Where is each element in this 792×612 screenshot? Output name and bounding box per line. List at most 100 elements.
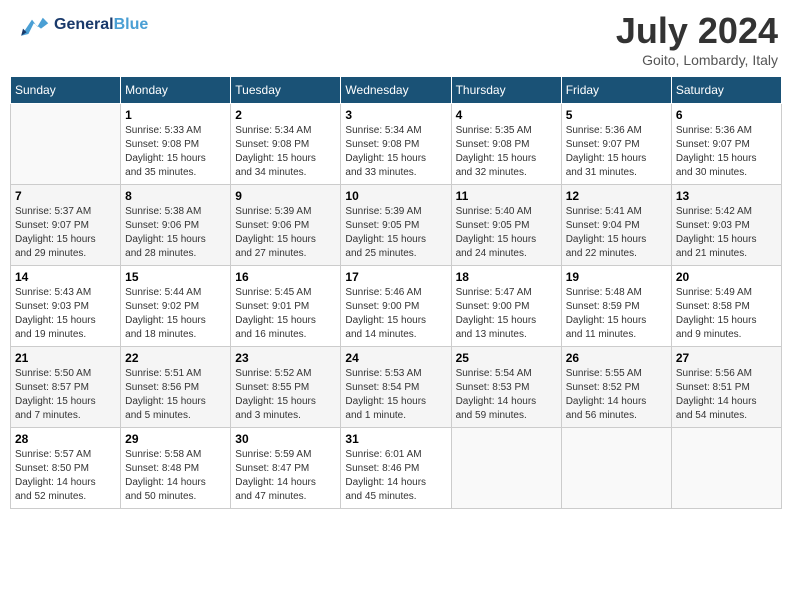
calendar-cell: 4 Sunrise: 5:35 AM Sunset: 9:08 PM Daylig… bbox=[451, 104, 561, 185]
calendar-cell: 12 Sunrise: 5:41 AM Sunset: 9:04 PM Dayli… bbox=[561, 185, 671, 266]
calendar-cell: 13 Sunrise: 5:42 AM Sunset: 9:03 PM Dayli… bbox=[671, 185, 781, 266]
calendar-cell: 19 Sunrise: 5:48 AM Sunset: 8:59 PM Dayli… bbox=[561, 266, 671, 347]
calendar-cell bbox=[11, 104, 121, 185]
calendar-table: SundayMondayTuesdayWednesdayThursdayFrid… bbox=[10, 76, 782, 509]
calendar-cell: 17 Sunrise: 5:46 AM Sunset: 9:00 PM Dayli… bbox=[341, 266, 451, 347]
day-number: 25 bbox=[456, 351, 557, 365]
day-number: 4 bbox=[456, 108, 557, 122]
week-row-2: 7Sunrise: 5:37 AM Sunset: 9:07 PM Daylig… bbox=[11, 185, 782, 266]
calendar-cell: 6Sunrise: 5:36 AM Sunset: 9:07 PM Daylig… bbox=[671, 104, 781, 185]
day-info: Sunrise: 5:41 AM Sunset: 9:04 PM Dayligh… bbox=[566, 205, 667, 261]
calendar-cell: 8Sunrise: 5:38 AM Sunset: 9:06 PM Daylig… bbox=[121, 185, 231, 266]
logo-icon bbox=[14, 10, 50, 40]
calendar-cell: 5 Sunrise: 5:36 AM Sunset: 9:07 PM Daylig… bbox=[561, 104, 671, 185]
day-info: Sunrise: 5:43 AM Sunset: 9:03 PM Dayligh… bbox=[15, 286, 116, 342]
day-info: Sunrise: 5:47 AM Sunset: 9:00 PM Dayligh… bbox=[456, 286, 557, 342]
logo-text: GeneralBlue bbox=[54, 16, 148, 34]
column-header-thursday: Thursday bbox=[451, 77, 561, 104]
calendar-cell: 30 Sunrise: 5:59 AM Sunset: 8:47 PM Dayli… bbox=[231, 428, 341, 509]
calendar-cell bbox=[671, 428, 781, 509]
day-info: Sunrise: 5:36 AM Sunset: 9:07 PM Dayligh… bbox=[676, 124, 777, 180]
day-info: Sunrise: 5:59 AM Sunset: 8:47 PM Dayligh… bbox=[235, 448, 336, 504]
day-number: 21 bbox=[15, 351, 116, 365]
day-number: 15 bbox=[125, 270, 226, 284]
day-info: Sunrise: 5:51 AM Sunset: 8:56 PM Dayligh… bbox=[125, 367, 226, 423]
column-header-wednesday: Wednesday bbox=[341, 77, 451, 104]
day-info: Sunrise: 5:55 AM Sunset: 8:52 PM Dayligh… bbox=[566, 367, 667, 423]
day-info: Sunrise: 5:42 AM Sunset: 9:03 PM Dayligh… bbox=[676, 205, 777, 261]
calendar-cell: 28 Sunrise: 5:57 AM Sunset: 8:50 PM Dayli… bbox=[11, 428, 121, 509]
week-row-3: 14Sunrise: 5:43 AM Sunset: 9:03 PM Dayli… bbox=[11, 266, 782, 347]
day-info: Sunrise: 5:52 AM Sunset: 8:55 PM Dayligh… bbox=[235, 367, 336, 423]
column-header-tuesday: Tuesday bbox=[231, 77, 341, 104]
day-info: Sunrise: 5:49 AM Sunset: 8:58 PM Dayligh… bbox=[676, 286, 777, 342]
calendar-cell: 10 Sunrise: 5:39 AM Sunset: 9:05 PM Dayli… bbox=[341, 185, 451, 266]
day-number: 17 bbox=[345, 270, 446, 284]
day-info: Sunrise: 5:34 AM Sunset: 9:08 PM Dayligh… bbox=[235, 124, 336, 180]
day-info: Sunrise: 6:01 AM Sunset: 8:46 PM Dayligh… bbox=[345, 448, 446, 504]
column-header-monday: Monday bbox=[121, 77, 231, 104]
title-area: July 2024 Goito, Lombardy, Italy bbox=[616, 10, 778, 68]
day-info: Sunrise: 5:57 AM Sunset: 8:50 PM Dayligh… bbox=[15, 448, 116, 504]
day-info: Sunrise: 5:36 AM Sunset: 9:07 PM Dayligh… bbox=[566, 124, 667, 180]
calendar-cell: 22 Sunrise: 5:51 AM Sunset: 8:56 PM Dayli… bbox=[121, 347, 231, 428]
day-info: Sunrise: 5:37 AM Sunset: 9:07 PM Dayligh… bbox=[15, 205, 116, 261]
header-row: SundayMondayTuesdayWednesdayThursdayFrid… bbox=[11, 77, 782, 104]
day-number: 29 bbox=[125, 432, 226, 446]
logo: GeneralBlue bbox=[14, 10, 148, 40]
day-info: Sunrise: 5:39 AM Sunset: 9:06 PM Dayligh… bbox=[235, 205, 336, 261]
calendar-cell: 7Sunrise: 5:37 AM Sunset: 9:07 PM Daylig… bbox=[11, 185, 121, 266]
day-info: Sunrise: 5:56 AM Sunset: 8:51 PM Dayligh… bbox=[676, 367, 777, 423]
day-number: 9 bbox=[235, 189, 336, 203]
calendar-cell: 1Sunrise: 5:33 AM Sunset: 9:08 PM Daylig… bbox=[121, 104, 231, 185]
calendar-title: July 2024 bbox=[616, 10, 778, 52]
calendar-cell: 26 Sunrise: 5:55 AM Sunset: 8:52 PM Dayli… bbox=[561, 347, 671, 428]
day-info: Sunrise: 5:40 AM Sunset: 9:05 PM Dayligh… bbox=[456, 205, 557, 261]
day-number: 3 bbox=[345, 108, 446, 122]
day-info: Sunrise: 5:46 AM Sunset: 9:00 PM Dayligh… bbox=[345, 286, 446, 342]
day-info: Sunrise: 5:48 AM Sunset: 8:59 PM Dayligh… bbox=[566, 286, 667, 342]
day-number: 11 bbox=[456, 189, 557, 203]
calendar-cell: 24Sunrise: 5:53 AM Sunset: 8:54 PM Dayli… bbox=[341, 347, 451, 428]
day-number: 22 bbox=[125, 351, 226, 365]
calendar-cell: 15 Sunrise: 5:44 AM Sunset: 9:02 PM Dayli… bbox=[121, 266, 231, 347]
calendar-cell: 27 Sunrise: 5:56 AM Sunset: 8:51 PM Dayli… bbox=[671, 347, 781, 428]
column-header-sunday: Sunday bbox=[11, 77, 121, 104]
calendar-cell: 21 Sunrise: 5:50 AM Sunset: 8:57 PM Dayli… bbox=[11, 347, 121, 428]
day-number: 5 bbox=[566, 108, 667, 122]
column-header-friday: Friday bbox=[561, 77, 671, 104]
day-info: Sunrise: 5:39 AM Sunset: 9:05 PM Dayligh… bbox=[345, 205, 446, 261]
calendar-cell: 9 Sunrise: 5:39 AM Sunset: 9:06 PM Daylig… bbox=[231, 185, 341, 266]
calendar-cell: 23 Sunrise: 5:52 AM Sunset: 8:55 PM Dayli… bbox=[231, 347, 341, 428]
day-info: Sunrise: 5:34 AM Sunset: 9:08 PM Dayligh… bbox=[345, 124, 446, 180]
day-number: 12 bbox=[566, 189, 667, 203]
calendar-cell: 25 Sunrise: 5:54 AM Sunset: 8:53 PM Dayli… bbox=[451, 347, 561, 428]
day-number: 23 bbox=[235, 351, 336, 365]
calendar-cell: 3 Sunrise: 5:34 AM Sunset: 9:08 PM Daylig… bbox=[341, 104, 451, 185]
day-number: 10 bbox=[345, 189, 446, 203]
day-number: 31 bbox=[345, 432, 446, 446]
day-number: 13 bbox=[676, 189, 777, 203]
column-header-saturday: Saturday bbox=[671, 77, 781, 104]
day-info: Sunrise: 5:50 AM Sunset: 8:57 PM Dayligh… bbox=[15, 367, 116, 423]
day-number: 24 bbox=[345, 351, 446, 365]
calendar-cell: 16Sunrise: 5:45 AM Sunset: 9:01 PM Dayli… bbox=[231, 266, 341, 347]
calendar-cell: 20Sunrise: 5:49 AM Sunset: 8:58 PM Dayli… bbox=[671, 266, 781, 347]
day-number: 19 bbox=[566, 270, 667, 284]
calendar-cell: 18 Sunrise: 5:47 AM Sunset: 9:00 PM Dayli… bbox=[451, 266, 561, 347]
calendar-cell: 11 Sunrise: 5:40 AM Sunset: 9:05 PM Dayli… bbox=[451, 185, 561, 266]
day-number: 27 bbox=[676, 351, 777, 365]
week-row-1: 1Sunrise: 5:33 AM Sunset: 9:08 PM Daylig… bbox=[11, 104, 782, 185]
day-number: 18 bbox=[456, 270, 557, 284]
calendar-cell bbox=[451, 428, 561, 509]
week-row-4: 21 Sunrise: 5:50 AM Sunset: 8:57 PM Dayli… bbox=[11, 347, 782, 428]
day-info: Sunrise: 5:54 AM Sunset: 8:53 PM Dayligh… bbox=[456, 367, 557, 423]
day-info: Sunrise: 5:58 AM Sunset: 8:48 PM Dayligh… bbox=[125, 448, 226, 504]
day-info: Sunrise: 5:45 AM Sunset: 9:01 PM Dayligh… bbox=[235, 286, 336, 342]
day-info: Sunrise: 5:35 AM Sunset: 9:08 PM Dayligh… bbox=[456, 124, 557, 180]
day-number: 28 bbox=[15, 432, 116, 446]
day-number: 30 bbox=[235, 432, 336, 446]
day-number: 26 bbox=[566, 351, 667, 365]
page-header: GeneralBlue July 2024 Goito, Lombardy, I… bbox=[10, 10, 782, 68]
day-info: Sunrise: 5:44 AM Sunset: 9:02 PM Dayligh… bbox=[125, 286, 226, 342]
